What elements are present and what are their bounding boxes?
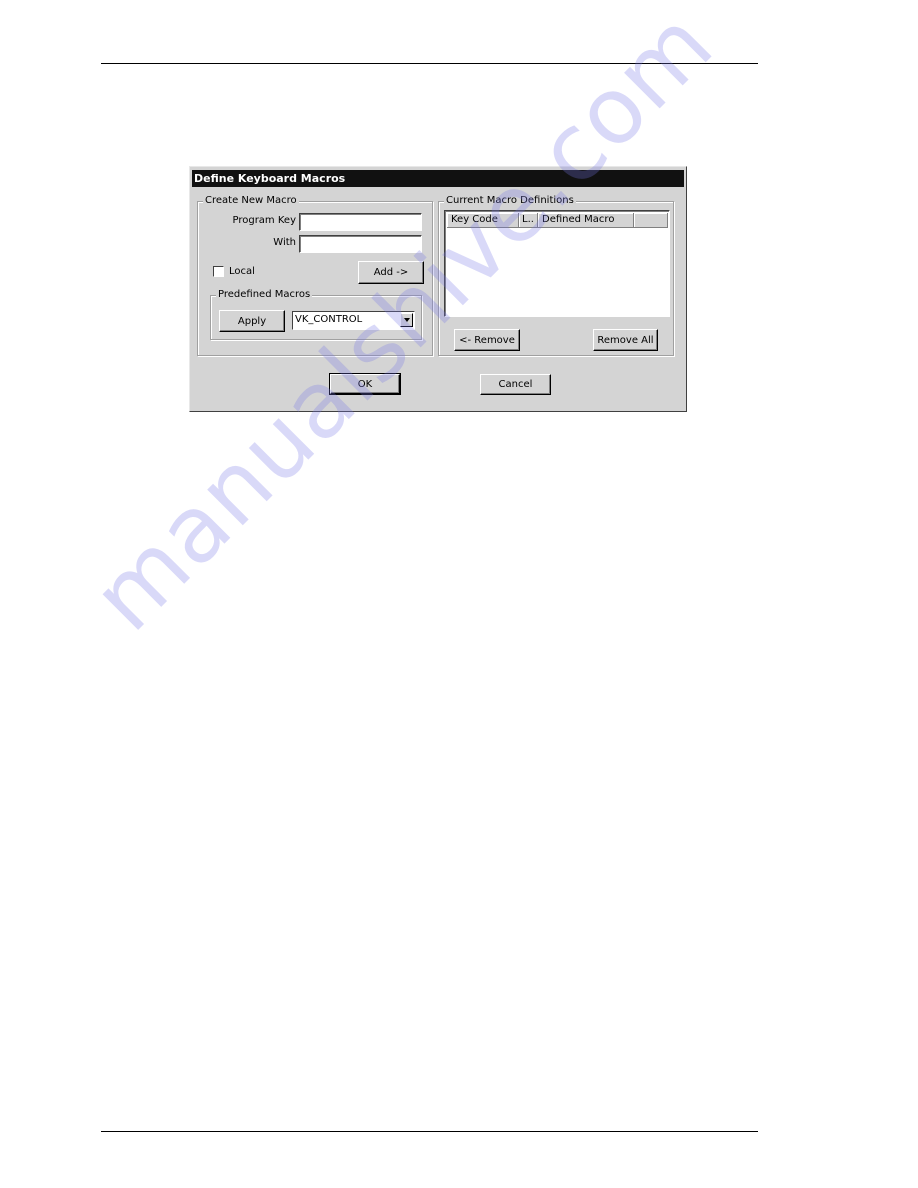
- remove-all-button-label: Remove All: [597, 334, 654, 346]
- remove-all-button[interactable]: Remove All: [593, 329, 658, 351]
- create-new-macro-group: Create New Macro Program Key With Local …: [197, 195, 433, 356]
- with-label: With: [273, 237, 296, 248]
- header-rule: [101, 63, 758, 64]
- remove-button[interactable]: <- Remove: [454, 329, 520, 351]
- cancel-button[interactable]: Cancel: [480, 374, 551, 395]
- add-button-label: Add ->: [373, 267, 409, 278]
- predefined-macro-value: VK_CONTROL: [295, 314, 363, 325]
- column-header-key-code[interactable]: Key Code: [447, 213, 519, 228]
- predefined-macros-group: Predefined Macros Apply VK_CONTROL: [210, 289, 422, 340]
- dialog-title: Define Keyboard Macros: [192, 170, 684, 187]
- with-input[interactable]: [299, 235, 422, 253]
- column-header-local[interactable]: L..: [519, 213, 538, 228]
- column-header-extra[interactable]: [634, 213, 668, 228]
- predefined-macro-select[interactable]: VK_CONTROL: [292, 311, 415, 330]
- current-macro-definitions-group: Current Macro Definitions Key Code L.. D…: [438, 195, 674, 356]
- chevron-down-icon[interactable]: [400, 313, 413, 327]
- footer-rule: [101, 1131, 758, 1132]
- list-header: Key Code L.. Defined Macro: [447, 213, 668, 228]
- macro-definitions-list[interactable]: Key Code L.. Defined Macro: [444, 210, 670, 317]
- current-macro-definitions-label: Current Macro Definitions: [444, 195, 576, 207]
- ok-button[interactable]: OK: [329, 373, 401, 395]
- column-header-defined-macro[interactable]: Defined Macro: [538, 213, 634, 228]
- ok-button-label: OK: [357, 378, 373, 390]
- apply-button[interactable]: Apply: [219, 310, 285, 332]
- add-button[interactable]: Add ->: [358, 261, 424, 284]
- local-checkbox-label: Local: [229, 266, 255, 277]
- define-keyboard-macros-dialog: Define Keyboard Macros Create New Macro …: [189, 166, 687, 412]
- program-key-input[interactable]: [299, 213, 422, 231]
- apply-button-label: Apply: [237, 315, 267, 327]
- remove-button-label: <- Remove: [459, 334, 515, 346]
- predefined-macros-label: Predefined Macros: [216, 289, 313, 301]
- create-new-macro-label: Create New Macro: [203, 195, 299, 207]
- local-checkbox[interactable]: [213, 266, 224, 277]
- program-key-label: Program Key: [232, 215, 296, 226]
- cancel-button-label: Cancel: [498, 379, 533, 390]
